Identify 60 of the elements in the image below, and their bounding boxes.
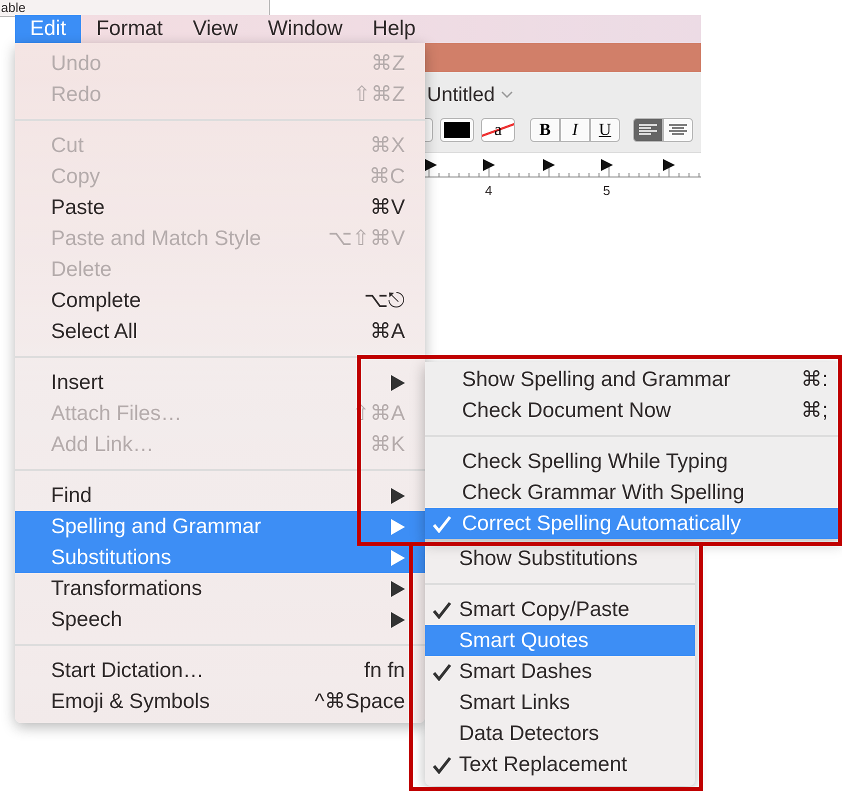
- tab-stop-icon: [663, 159, 675, 171]
- tab-stop-icon: [483, 159, 495, 171]
- menu-bar-item[interactable]: Window: [252, 15, 358, 43]
- menu-item[interactable]: Check Spelling While Typing: [425, 446, 842, 477]
- shortcut-label: fn fn: [364, 658, 405, 684]
- menu-item[interactable]: Start Dictation… fn fn: [15, 655, 425, 686]
- window-text: able: [1, 1, 26, 14]
- color-swatch-button[interactable]: [440, 118, 474, 142]
- menu-item[interactable]: Smart Links: [425, 687, 695, 718]
- align-left-icon: [639, 124, 657, 136]
- align-left-button[interactable]: [633, 118, 663, 142]
- align-center-button[interactable]: [663, 118, 693, 142]
- menu-item[interactable]: Smart Copy/Paste: [425, 594, 695, 625]
- shortcut-label: ⌥⎋: [364, 288, 405, 314]
- menu-item[interactable]: Data Detectors: [425, 718, 695, 749]
- menu-item[interactable]: Select All ⌘A: [15, 316, 425, 347]
- format-button[interactable]: B: [530, 118, 560, 142]
- window-title: Untitled: [427, 83, 495, 108]
- menu-item[interactable]: Check Document Now ⌘;: [425, 395, 842, 426]
- shortcut-label: ⌘;: [801, 398, 828, 424]
- menu-item[interactable]: Speech: [15, 604, 425, 635]
- menu-item[interactable]: Transformations: [15, 573, 425, 604]
- submenu-arrow-icon: [391, 580, 405, 596]
- menu-item[interactable]: Find: [15, 480, 425, 511]
- tab-stop-icon: [543, 159, 555, 171]
- menu-item[interactable]: Check Grammar With Spelling: [425, 477, 842, 508]
- menu-item[interactable]: Emoji & Symbols ^⌘Space: [15, 686, 425, 717]
- tab-stop-icon: [601, 159, 613, 171]
- menu-item[interactable]: Smart Dashes: [425, 656, 695, 687]
- shortcut-label: ⌘:: [801, 366, 828, 393]
- shortcut-label: ⌘A: [370, 318, 405, 345]
- chevron-down-icon: [500, 91, 513, 99]
- menu-bar-item[interactable]: Format: [81, 15, 178, 43]
- submenu-arrow-icon: [391, 518, 405, 534]
- shortcut-label: ⌘C: [368, 164, 405, 190]
- shortcut-label: ⌘K: [370, 432, 405, 458]
- menu-item[interactable]: Show Substitutions: [425, 543, 695, 574]
- menu-item[interactable]: Insert: [15, 367, 425, 398]
- shortcut-label: ⇧⌘Z: [353, 82, 405, 108]
- shortcut-label: ⌘Z: [371, 50, 405, 77]
- shortcut-label: ⌘V: [370, 194, 405, 221]
- menu-item[interactable]: Text Replacement: [425, 749, 695, 780]
- tab-stop-icon: [425, 159, 437, 171]
- shortcut-label: ⌘X: [370, 132, 405, 159]
- menu-item[interactable]: Paste ⌘V: [15, 192, 425, 223]
- menu-item[interactable]: Show Spelling and Grammar ⌘:: [425, 364, 842, 395]
- shortcut-label: ⌥⇧⌘V: [328, 226, 405, 252]
- submenu-arrow-icon: [391, 488, 405, 504]
- format-button[interactable]: U: [590, 118, 620, 142]
- shortcut-label: ^⌘Space: [314, 688, 405, 715]
- ruler-label: 4: [485, 182, 492, 200]
- menu-item[interactable]: Complete ⌥⎋: [15, 285, 425, 316]
- menu-bar-item[interactable]: Help: [358, 15, 431, 43]
- menu-bar-item[interactable]: View: [178, 15, 253, 43]
- submenu-arrow-icon: [391, 550, 405, 566]
- submenu-arrow-icon: [391, 612, 405, 628]
- align-center-icon: [669, 124, 687, 136]
- submenu-arrow-icon: [391, 374, 405, 390]
- format-button[interactable]: I: [560, 118, 590, 142]
- ruler-label: 5: [603, 182, 610, 200]
